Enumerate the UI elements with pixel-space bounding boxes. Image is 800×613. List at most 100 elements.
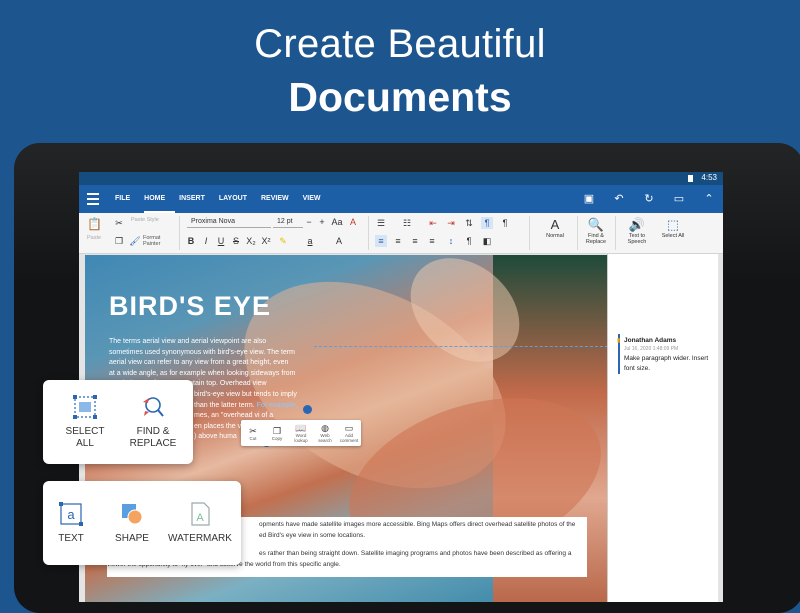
- highlight-icon[interactable]: ✎: [277, 235, 289, 247]
- find-replace-card-icon: [140, 394, 166, 420]
- svg-text:a: a: [67, 507, 75, 522]
- comment-date: Jul 16, 2020 1:48:09 PM: [624, 346, 679, 352]
- format-painter-icon[interactable]: 🖌: [129, 235, 141, 247]
- save-icon[interactable]: ▣: [581, 191, 597, 207]
- headline-line1: Create Beautiful: [254, 22, 546, 66]
- feature-card-bottom: a TEXT SHAPE A WATERMARK: [43, 481, 241, 565]
- comment-icon: ▮: [617, 338, 621, 344]
- align-right-icon[interactable]: ≡: [409, 235, 421, 247]
- copy-icon: ❐: [272, 425, 282, 436]
- ltr-icon[interactable]: ¶: [481, 217, 493, 229]
- select-all-ribbon-button[interactable]: ⬚ Select All: [659, 217, 687, 239]
- copy-icon[interactable]: ❐: [113, 235, 125, 247]
- cut-icon[interactable]: ✂: [113, 217, 125, 229]
- read-mode-icon[interactable]: ▭: [671, 191, 687, 207]
- text-to-speech-button[interactable]: 🔊 Text to Speech: [619, 217, 655, 245]
- align-left-icon[interactable]: ≡: [375, 235, 387, 247]
- insert-text-button[interactable]: a TEXT: [49, 501, 93, 544]
- context-add-comment[interactable]: ▭ Add comment: [338, 423, 360, 443]
- line-spacing-icon[interactable]: ↕: [445, 235, 457, 247]
- book-icon: 📖: [295, 423, 307, 433]
- bold-icon[interactable]: B: [185, 235, 197, 247]
- collapse-chevron-icon[interactable]: ⌃: [701, 191, 717, 207]
- find-replace-card-label: FIND & REPLACE: [129, 426, 177, 449]
- format-painter-button[interactable]: Format Painter: [143, 235, 173, 247]
- style-a-icon: A: [550, 217, 560, 232]
- selection-handle-end[interactable]: [303, 405, 312, 414]
- style-normal-button[interactable]: A Normal: [537, 217, 573, 239]
- context-copy[interactable]: ❐ Copy: [266, 426, 288, 441]
- globe-icon: ◍: [321, 423, 329, 433]
- font-name-field[interactable]: Proxima Nova: [187, 217, 271, 228]
- svg-text:A: A: [196, 512, 204, 524]
- find-replace-button[interactable]: 🔍 Find & Replace: [581, 217, 611, 245]
- select-all-ribbon-icon: ⬚: [666, 217, 680, 232]
- insert-text-label: TEXT: [58, 533, 84, 544]
- increase-indent-icon[interactable]: ⇥: [445, 217, 457, 229]
- document-title: BIRD'S EYE: [109, 291, 271, 321]
- text-effects-icon[interactable]: A: [333, 235, 345, 247]
- font-size-field[interactable]: 12 pt: [273, 217, 303, 228]
- paste-label: Paste: [87, 235, 102, 241]
- text-box-icon: a: [58, 501, 84, 527]
- tab-file[interactable]: FILE: [115, 185, 140, 213]
- sort-icon[interactable]: ⇅: [463, 217, 475, 229]
- comment-bubble-icon: ▭: [344, 423, 354, 433]
- numbering-icon[interactable]: ☷: [401, 217, 413, 229]
- shape-icon: [119, 501, 145, 527]
- bullets-icon[interactable]: ☰: [375, 217, 387, 229]
- tab-insert[interactable]: INSERT: [179, 185, 215, 213]
- tab-review[interactable]: REVIEW: [261, 185, 299, 213]
- insert-watermark-label: WATERMARK: [168, 533, 232, 544]
- underline-icon[interactable]: U: [215, 235, 227, 247]
- context-word-lookup[interactable]: 📖 Word lookup: [290, 423, 312, 443]
- increase-font-icon[interactable]: +: [316, 216, 328, 228]
- insert-shape-button[interactable]: SHAPE: [107, 501, 157, 544]
- tab-view[interactable]: VIEW: [303, 185, 331, 213]
- rtl-icon[interactable]: ¶: [499, 217, 511, 229]
- context-menu: ✂ Cut ❐ Copy 📖 Word lookup ◍ Web search ▭ Add…: [241, 420, 361, 446]
- strikethrough-icon[interactable]: S: [230, 235, 242, 247]
- feature-card-top: SELECT ALL FIND & REPLACE: [43, 380, 193, 464]
- select-all-ribbon-label: Select All: [661, 233, 685, 239]
- text-to-speech-label: Text to Speech: [627, 233, 647, 245]
- paste-style-button[interactable]: Paste Style: [131, 217, 159, 223]
- redo-icon[interactable]: ↻: [641, 191, 657, 207]
- superscript-icon[interactable]: X²: [260, 235, 272, 247]
- shading-icon[interactable]: ◧: [481, 235, 493, 247]
- decrease-indent-icon[interactable]: ⇤: [427, 217, 439, 229]
- style-normal-label: Normal: [546, 233, 564, 239]
- justify-icon[interactable]: ≡: [426, 235, 438, 247]
- menu-bar: FILE HOME INSERT LAYOUT REVIEW VIEW ▣ ↶ …: [79, 185, 723, 213]
- hamburger-menu-icon[interactable]: [87, 193, 99, 205]
- show-marks-icon[interactable]: ¶: [463, 235, 475, 247]
- decrease-font-icon[interactable]: −: [303, 216, 315, 228]
- battery-icon: [688, 175, 693, 182]
- insert-watermark-button[interactable]: A WATERMARK: [165, 501, 235, 544]
- subscript-icon[interactable]: X₂: [245, 235, 257, 247]
- comment-author: Jonathan Adams: [624, 337, 677, 344]
- find-replace-icon: 🔍: [587, 217, 605, 232]
- find-replace-label: Find & Replace: [585, 233, 607, 245]
- find-replace-card-button[interactable]: FIND & REPLACE: [121, 394, 185, 450]
- tab-layout[interactable]: LAYOUT: [219, 185, 257, 213]
- status-bar: 4:53: [79, 172, 723, 185]
- headline-line2: Documents: [288, 74, 512, 120]
- insert-shape-label: SHAPE: [115, 533, 149, 544]
- italic-icon[interactable]: I: [200, 235, 212, 247]
- ribbon-toolbar: 📋 Paste ✂ ❐ Paste Style 🖌 Format Painter…: [79, 213, 723, 254]
- speaker-icon: 🔊: [628, 217, 646, 232]
- document-link[interactable]: For example,: [257, 402, 298, 409]
- context-cut[interactable]: ✂ Cut: [242, 426, 264, 441]
- undo-icon[interactable]: ↶: [611, 191, 627, 207]
- font-color-icon[interactable]: a: [304, 235, 316, 247]
- tab-home[interactable]: HOME: [144, 185, 176, 213]
- align-center-icon[interactable]: ≡: [392, 235, 404, 247]
- comment-connector-line: [314, 346, 607, 347]
- select-all-card-button[interactable]: SELECT ALL: [57, 394, 113, 450]
- change-case-icon[interactable]: Aa: [331, 216, 343, 228]
- context-web-search[interactable]: ◍ Web search: [314, 423, 336, 443]
- paste-icon[interactable]: 📋: [87, 218, 102, 230]
- clear-format-icon[interactable]: A: [347, 216, 359, 228]
- comment-text[interactable]: Make paragraph wider. Insert font size.: [624, 354, 712, 374]
